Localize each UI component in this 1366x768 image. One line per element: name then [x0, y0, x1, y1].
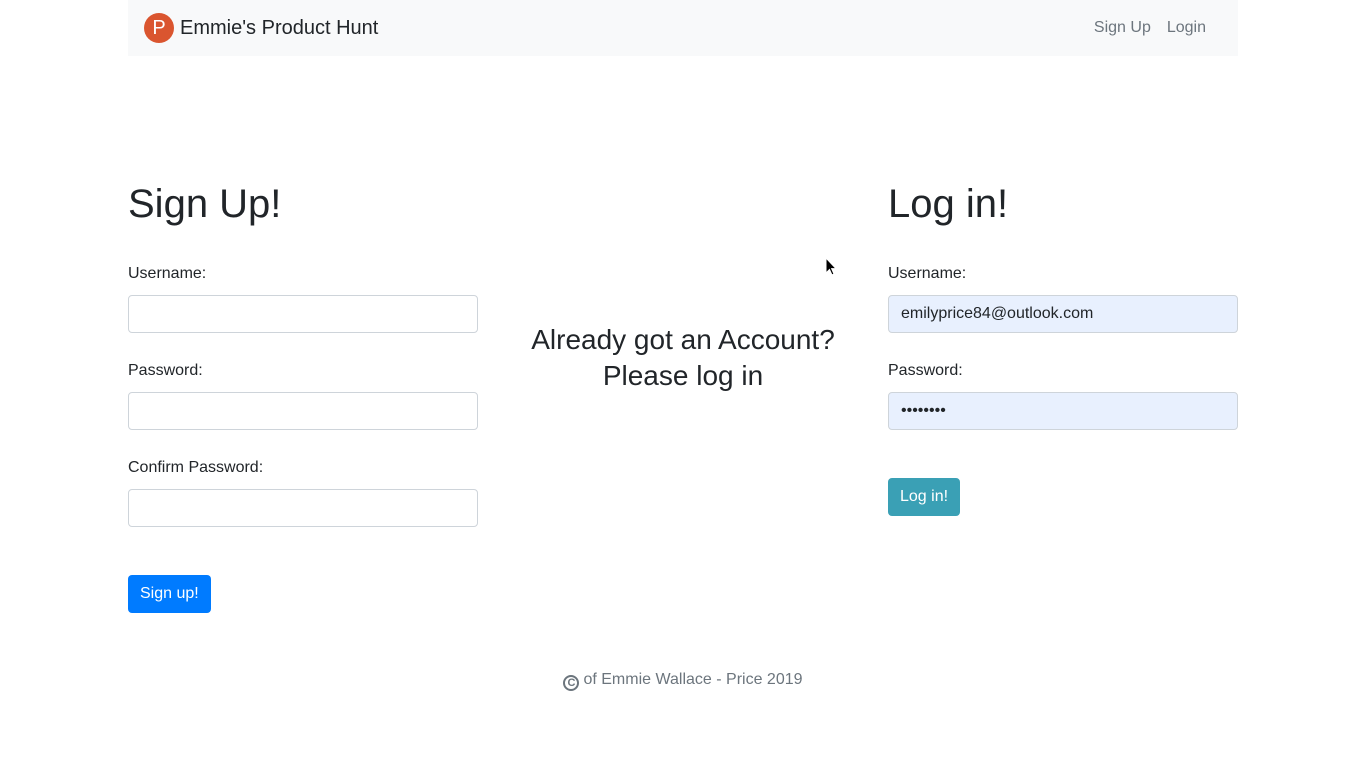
navbar: P Emmie's Product Hunt Sign Up Login	[128, 0, 1238, 56]
login-heading: Log in!	[888, 182, 1009, 226]
signup-password-input[interactable]	[128, 392, 478, 430]
login-form: Log in! Username: Password: Log in!	[888, 178, 1238, 516]
copyright-icon: C	[563, 675, 580, 691]
login-password-input[interactable]	[888, 392, 1238, 430]
signup-username-label: Username:	[128, 265, 207, 282]
login-username-label: Username:	[888, 265, 967, 282]
product-hunt-logo-icon: P	[144, 13, 174, 43]
signup-username-input[interactable]	[128, 295, 478, 333]
signup-button[interactable]: Sign up!	[128, 575, 211, 613]
login-password-label: Password:	[888, 362, 963, 379]
login-username-input[interactable]	[888, 295, 1238, 333]
nav-login-link[interactable]: Login	[1159, 11, 1214, 45]
login-button[interactable]: Log in!	[888, 478, 961, 516]
signup-confirm-password-label: Confirm Password:	[128, 459, 264, 476]
brand-title: Emmie's Product Hunt	[180, 16, 379, 39]
login-prompt-line2: Please log in	[602, 360, 764, 391]
mouse-cursor-icon	[825, 257, 837, 276]
login-prompt: Already got an Account? Please log in	[478, 322, 888, 394]
signup-heading: Sign Up!	[128, 182, 282, 226]
footer: Cof Emmie Wallace - Price 2019	[0, 668, 1366, 692]
signup-password-label: Password:	[128, 362, 203, 379]
nav-links: Sign Up Login	[1086, 11, 1214, 45]
brand-link[interactable]: P Emmie's Product Hunt	[144, 13, 378, 43]
signup-confirm-password-input[interactable]	[128, 489, 478, 527]
footer-text: of Emmie Wallace - Price 2019	[583, 671, 803, 688]
login-prompt-line1: Already got an Account?	[531, 324, 835, 355]
signup-form: Sign Up! Username: Password: Confirm Pas…	[128, 178, 478, 613]
nav-signup-link[interactable]: Sign Up	[1086, 11, 1159, 45]
